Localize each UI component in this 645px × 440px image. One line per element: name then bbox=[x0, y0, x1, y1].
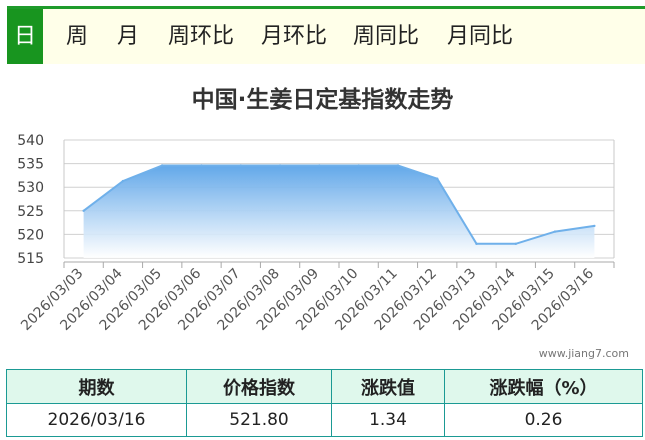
data-point bbox=[436, 177, 439, 180]
header-price-index: 价格指数 bbox=[186, 369, 332, 404]
data-point bbox=[553, 230, 557, 233]
summary-header-row: 期数 价格指数 涨跌值 涨跌幅（%） bbox=[6, 369, 643, 404]
y-axis: 515 520 525 530 535 540 bbox=[17, 133, 44, 267]
data-point bbox=[475, 242, 478, 246]
data-point bbox=[593, 224, 596, 228]
data-point bbox=[161, 164, 164, 167]
cell-change-percent: 0.26 bbox=[444, 403, 643, 437]
y-tick-label: 530 bbox=[17, 180, 44, 196]
data-point bbox=[396, 164, 400, 167]
index-trend-chart: 515 520 525 530 535 540 2026/03/032026/03/042… bbox=[17, 133, 615, 334]
data-point bbox=[278, 164, 282, 167]
data-point bbox=[357, 164, 360, 167]
x-axis: 2026/03/032026/03/042026/03/052026/03/06… bbox=[18, 262, 615, 334]
data-point bbox=[318, 164, 321, 167]
y-tick-label: 525 bbox=[17, 204, 44, 220]
header-period: 期数 bbox=[6, 369, 187, 404]
cell-price-index: 521.80 bbox=[186, 403, 332, 437]
header-change-value: 涨跌值 bbox=[331, 369, 445, 404]
y-tick-label: 540 bbox=[17, 133, 44, 149]
data-point bbox=[514, 242, 517, 246]
y-tick-label: 535 bbox=[17, 157, 44, 173]
data-point bbox=[82, 209, 85, 212]
data-point bbox=[121, 179, 125, 183]
y-tick-label: 520 bbox=[17, 227, 44, 243]
watermark: www.jiang7.com bbox=[538, 347, 629, 360]
data-point bbox=[239, 164, 242, 167]
summary-table: 期数 价格指数 涨跌值 涨跌幅（%） 2026/03/16 521.80 1.3… bbox=[6, 369, 643, 437]
data-point bbox=[200, 164, 203, 167]
cell-period: 2026/03/16 bbox=[6, 403, 187, 437]
cell-change-value: 1.34 bbox=[331, 403, 445, 437]
header-change-percent: 涨跌幅（%） bbox=[444, 369, 643, 404]
y-tick-label: 515 bbox=[17, 251, 44, 267]
summary-data-row: 2026/03/16 521.80 1.34 0.26 bbox=[6, 403, 643, 437]
